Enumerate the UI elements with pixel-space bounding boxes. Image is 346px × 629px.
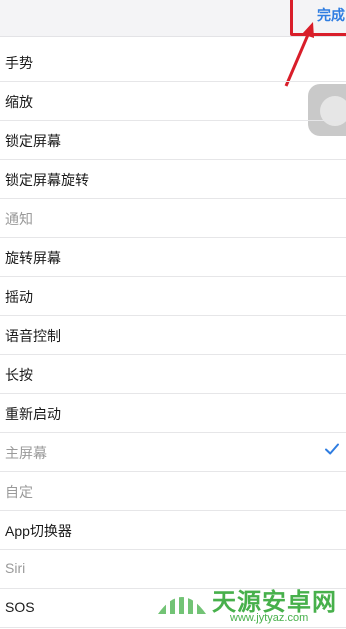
list-item[interactable]: 长按 xyxy=(0,355,346,394)
list-item-label: 主屏幕 xyxy=(5,445,47,461)
list-item[interactable]: 锁定屏幕 xyxy=(0,121,346,160)
list-item[interactable]: App切换器 xyxy=(0,511,346,550)
list-item[interactable]: 重新启动 xyxy=(0,394,346,433)
list-item-label: 长按 xyxy=(5,367,33,383)
list-item-label: 重新启动 xyxy=(5,406,61,422)
list-item[interactable]: 旋转屏幕 xyxy=(0,238,346,277)
list-item[interactable]: 缩放 xyxy=(0,82,346,121)
list-item-label: 自定 xyxy=(5,484,33,500)
list-item-label: 旋转屏幕 xyxy=(5,250,61,266)
list-section-header: 自定 xyxy=(0,472,346,511)
list-item[interactable]: 摇动 xyxy=(0,277,346,316)
list-item-label: 缩放 xyxy=(5,94,33,110)
list-item-label: 摇动 xyxy=(5,289,33,305)
list-item[interactable]: 手势 xyxy=(0,43,346,82)
watermark-url: www.jytyaz.com xyxy=(230,612,309,624)
list-item[interactable]: 主屏幕 xyxy=(0,433,346,472)
list-item-label: 锁定屏幕旋转 xyxy=(5,172,89,188)
action-list: 手势 缩放 锁定屏幕 锁定屏幕旋转 通知 旋转屏幕 摇动 语音控制 长按 重新启… xyxy=(0,43,346,628)
list-item-label: SOS xyxy=(5,599,35,615)
list-item-label: App切换器 xyxy=(5,523,72,539)
checkmark-icon xyxy=(325,443,339,455)
list-item-label: 语音控制 xyxy=(5,328,61,344)
list-item-label: 锁定屏幕 xyxy=(5,133,61,149)
list-item-label: 手势 xyxy=(5,55,33,71)
done-button[interactable]: 完成 xyxy=(317,5,345,25)
list-section-header: 通知 xyxy=(0,199,346,238)
list-item[interactable]: 锁定屏幕旋转 xyxy=(0,160,346,199)
list-item-label: Siri xyxy=(5,560,26,576)
list-item[interactable]: 语音控制 xyxy=(0,316,346,355)
list-item-label: 通知 xyxy=(5,211,33,227)
